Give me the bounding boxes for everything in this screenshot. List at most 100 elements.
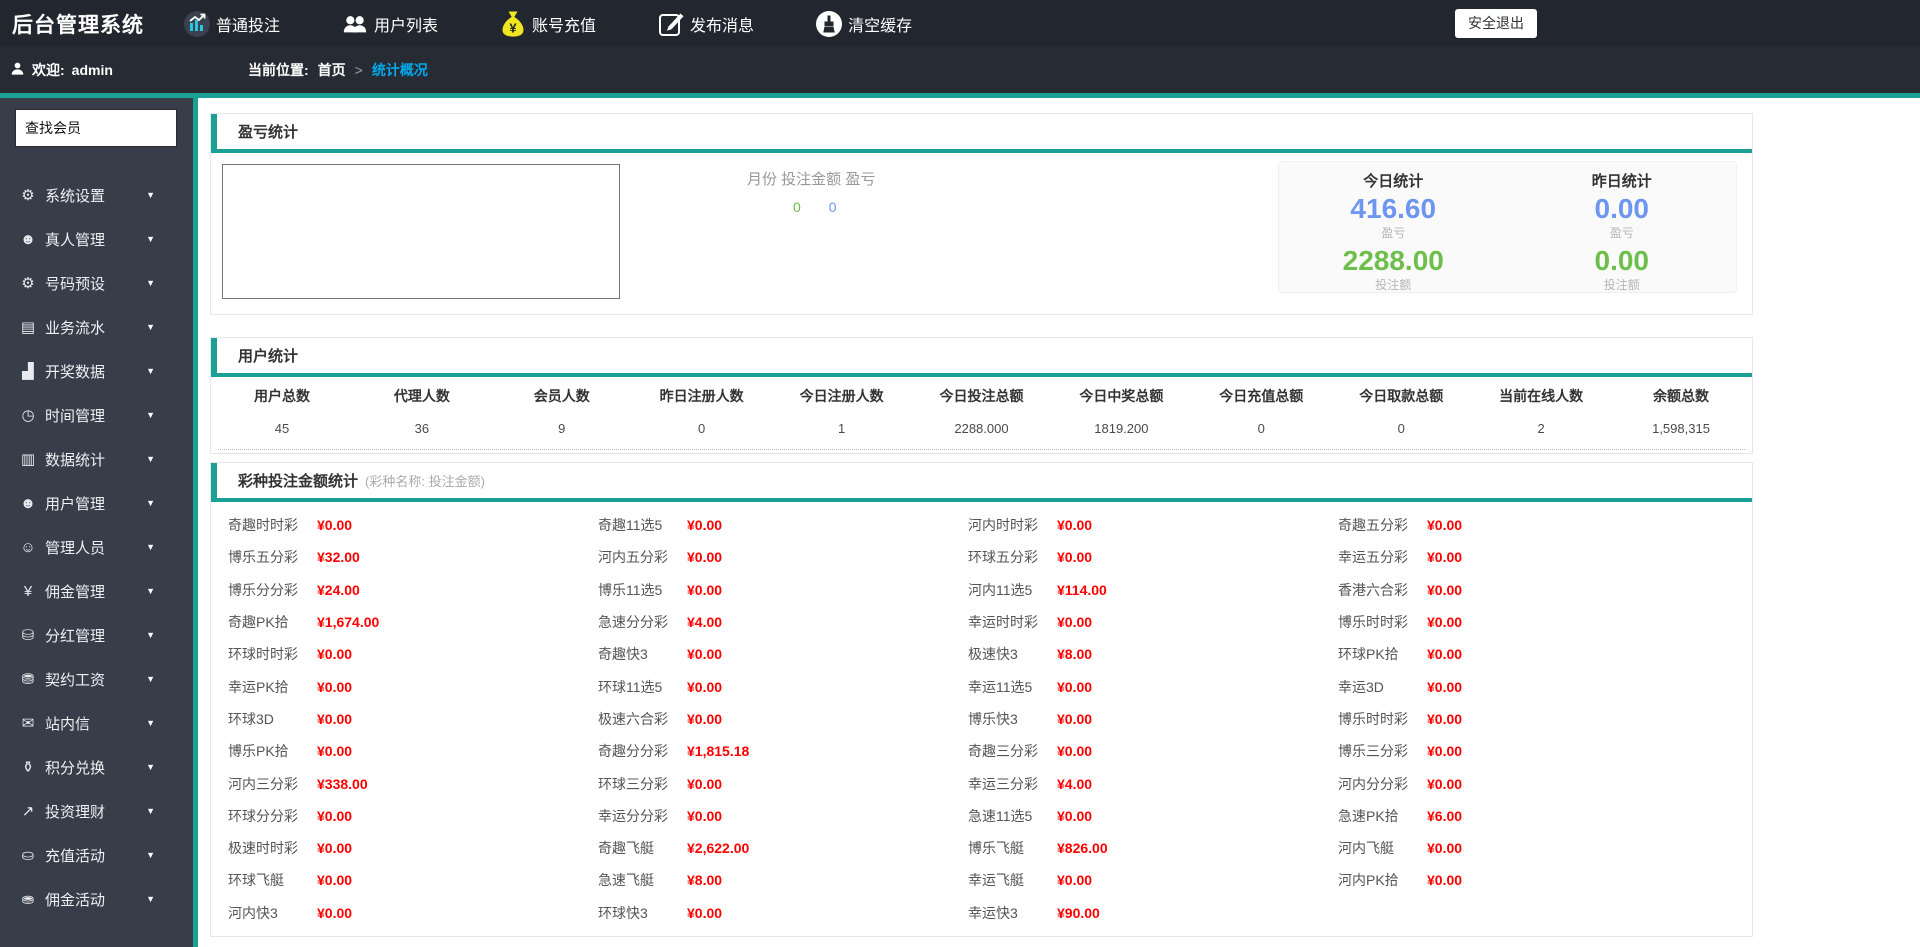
table-value-cell: 1819.200: [1094, 421, 1149, 436]
lottery-name: 奇趣飞艇: [598, 840, 654, 857]
breadcrumb-label: 当前位置:: [248, 62, 309, 78]
nav-item-clear-cache[interactable]: 清空缓存: [815, 10, 912, 38]
lottery-name: 环球3D: [228, 710, 274, 727]
lottery-row: 博乐时时彩 ¥0.00: [1338, 703, 1708, 735]
sidebar-item[interactable]: ☺ 管理人员 ▼: [0, 525, 193, 569]
lottery-name: 河内分分彩: [1338, 775, 1408, 792]
sidebar-item[interactable]: ✉ 站内信 ▼: [0, 701, 193, 745]
chevron-down-icon: ▼: [146, 498, 155, 508]
lottery-row: 急速PK拾 ¥6.00: [1338, 800, 1708, 832]
lottery-amount: ¥0.00: [1427, 646, 1463, 663]
lottery-row: 博乐分分彩 ¥24.00: [228, 574, 598, 606]
lottery-amount: ¥114.00: [1057, 581, 1107, 598]
lottery-name: 河内飞艇: [1338, 840, 1394, 857]
lottery-amount: ¥0.00: [1427, 840, 1463, 857]
sidebar-item-label: 数据统计: [45, 451, 106, 469]
sidebar-item[interactable]: ⛀ 充值活动 ▼: [0, 833, 193, 877]
gear-outline-icon: ⚙: [21, 275, 35, 292]
lottery-row: 奇趣PK拾 ¥1,674.00: [228, 606, 598, 638]
lottery-amount: ¥0.00: [1427, 581, 1463, 598]
lottery-name: 香港六合彩: [1338, 581, 1408, 598]
user-stats-header: 用户统计: [211, 338, 1752, 377]
nav-item-normal-bet[interactable]: 普通投注: [183, 10, 280, 38]
lottery-amount: ¥0.00: [1427, 743, 1463, 760]
table-header-cell: 今日充值总额: [1219, 388, 1304, 404]
lottery-row: 环球11选5 ¥0.00: [598, 670, 968, 702]
lottery-amount: ¥0.00: [1427, 775, 1463, 792]
lottery-name: 幸运快3: [968, 904, 1018, 921]
lottery-amount: ¥90.00: [1057, 904, 1100, 921]
chevron-down-icon: ▼: [146, 190, 155, 200]
table-header-cell: 昨日注册人数: [659, 388, 744, 404]
lottery-row: 奇趣分分彩 ¥1,815.18: [598, 735, 968, 767]
lottery-name: 博乐三分彩: [1338, 743, 1408, 760]
breadcrumb: 当前位置: 首页 > 统计概况: [248, 47, 428, 93]
lottery-row: 极速六合彩 ¥0.00: [598, 703, 968, 735]
lottery-name: 环球时时彩: [228, 646, 298, 663]
lottery-name: 环球五分彩: [968, 549, 1038, 566]
legend-value-blue: 0: [828, 199, 837, 215]
legend-value-green: 0: [793, 199, 801, 215]
lottery-amount: ¥0.00: [1057, 614, 1093, 631]
lottery-amount: ¥0.00: [687, 581, 723, 598]
commission-icon: ⛂: [21, 891, 35, 908]
nav-item-publish-message[interactable]: 发布消息: [657, 10, 754, 38]
sidebar-item[interactable]: ▤ 业务流水 ▼: [0, 305, 193, 349]
today-bet-value: 2288.00: [1342, 245, 1444, 276]
sidebar-item[interactable]: ¥ 佣金管理 ▼: [0, 569, 193, 613]
table-value-cell: 2: [1537, 421, 1545, 436]
sidebar-item[interactable]: ⛃ 契约工资 ▼: [0, 657, 193, 701]
lottery-amount: ¥4.00: [687, 614, 723, 631]
users-icon: [341, 10, 369, 38]
sidebar-item[interactable]: ⚙ 号码预设 ▼: [0, 261, 193, 305]
lottery-amount: ¥4.00: [1057, 775, 1093, 792]
lottery-name: 博乐时时彩: [1338, 614, 1408, 631]
lottery-name: 博乐时时彩: [1338, 710, 1408, 727]
chevron-down-icon: ▼: [146, 454, 155, 464]
lottery-amount: ¥0.00: [317, 872, 353, 889]
sidebar-item[interactable]: ⛂ 佣金活动 ▼: [0, 877, 193, 921]
sidebar-menu: ⚙ 系统设置 ▼ ☻ 真人管理 ▼ ⚙ 号码预设 ▼ ▤ 业务流水 ▼ ▟ 开奖数据 ▼ ◷ 时间管理 ▼ ▥ 数据统…: [0, 173, 193, 921]
sidebar: ⚙ 系统设置 ▼ ☻ 真人管理 ▼ ⚙ 号码预设 ▼ ▤ 业务流水 ▼ ▟ 开奖数据 ▼ ◷ 时间管理 ▼ ▥ 数据统…: [0, 98, 198, 947]
lottery-row: 环球PK拾 ¥0.00: [1338, 638, 1708, 670]
sidebar-item[interactable]: ◷ 时间管理 ▼: [0, 393, 193, 437]
yen-circle-icon: ¥: [23, 582, 33, 600]
lottery-amount: ¥6.00: [1427, 807, 1463, 824]
breadcrumb-current-link[interactable]: 统计概况: [372, 60, 428, 80]
lottery-row: 环球快3 ¥0.00: [598, 897, 968, 929]
logout-button[interactable]: 安全退出: [1455, 9, 1537, 38]
sidebar-item[interactable]: ⚱ 积分兑换 ▼: [0, 745, 193, 789]
search-member-input[interactable]: [15, 109, 177, 147]
breadcrumb-home-link[interactable]: 首页: [318, 60, 346, 80]
lottery-amount: ¥0.00: [1427, 710, 1463, 727]
lottery-name: 极速快3: [968, 646, 1018, 663]
chevron-down-icon: ▼: [146, 322, 155, 332]
lottery-row: 博乐三分彩 ¥0.00: [1338, 735, 1708, 767]
lottery-row: 环球飞艇 ¥0.00: [228, 864, 598, 896]
sidebar-item[interactable]: ⛁ 分红管理 ▼: [0, 613, 193, 657]
sidebar-item[interactable]: ☻ 用户管理 ▼: [0, 481, 193, 525]
section-title: 彩种投注金额统计: [238, 473, 359, 490]
sidebar-item[interactable]: ▥ 数据统计 ▼: [0, 437, 193, 481]
stat-title: 今日统计: [1363, 173, 1424, 190]
sidebar-item[interactable]: ☻ 真人管理 ▼: [0, 217, 193, 261]
profit-label: 盈亏: [1381, 226, 1406, 240]
lottery-name: 极速六合彩: [598, 710, 668, 727]
lottery-amount: ¥0.00: [317, 646, 353, 663]
chevron-down-icon: ▼: [146, 850, 155, 860]
lottery-row: 博乐PK拾 ¥0.00: [228, 735, 598, 767]
lottery-amount: ¥0.00: [687, 904, 723, 921]
bet-label: 投注额: [1375, 278, 1412, 292]
nav-item-user-list[interactable]: 用户列表: [341, 10, 438, 38]
sidebar-item[interactable]: ⚙ 系统设置 ▼: [0, 173, 193, 217]
lottery-row: 河内快3 ¥0.00: [228, 897, 598, 929]
lottery-name: 幸运时时彩: [968, 614, 1038, 631]
lottery-amount: ¥0.00: [1427, 678, 1463, 695]
lottery-amount: ¥0.00: [317, 807, 353, 824]
sidebar-item-label: 佣金活动: [45, 891, 106, 909]
sidebar-item[interactable]: ↗ 投资理财 ▼: [0, 789, 193, 833]
nav-item-recharge[interactable]: ¥ 账号充值: [499, 10, 596, 38]
sidebar-item[interactable]: ▟ 开奖数据 ▼: [0, 349, 193, 393]
sidebar-item-label: 时间管理: [45, 407, 106, 425]
sidebar-item-label: 积分兑换: [45, 759, 106, 777]
